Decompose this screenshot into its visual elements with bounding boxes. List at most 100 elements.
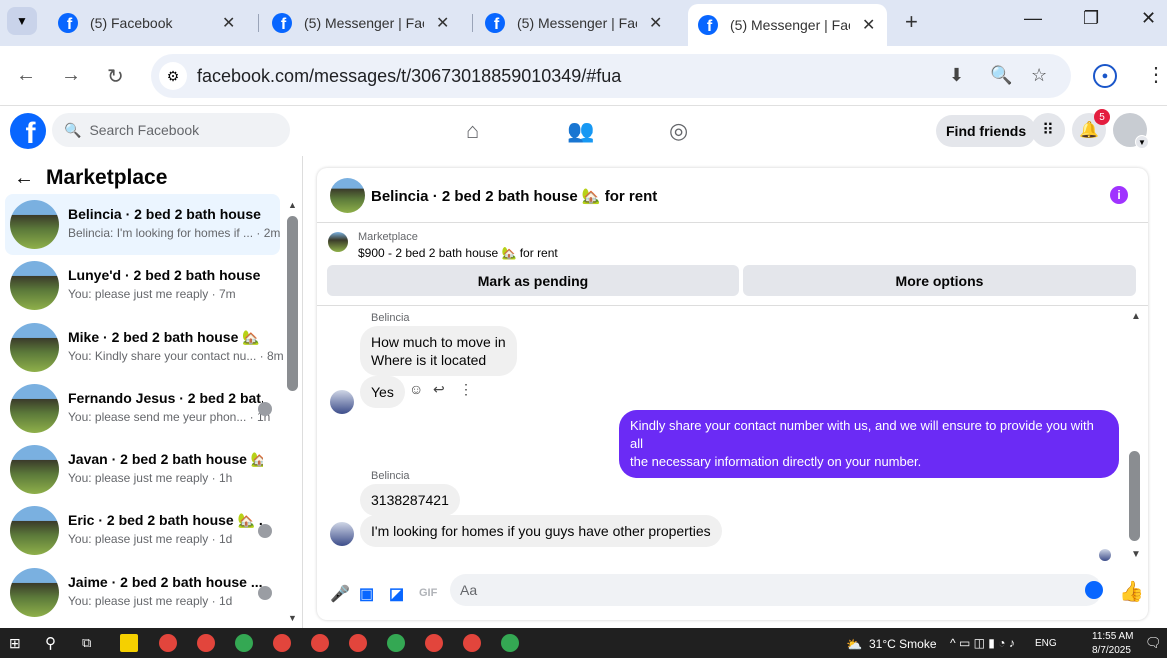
gif-icon[interactable]: GIF <box>419 587 437 599</box>
sticker-icon[interactable]: ◪ <box>389 584 404 604</box>
browser-menu-icon[interactable]: ⋮ <box>1146 62 1166 87</box>
scroll-up-arrow-icon[interactable]: ▲ <box>1131 311 1141 322</box>
clock-time[interactable]: 11:55 AM <box>1092 631 1134 642</box>
groups-icon[interactable]: ◎ <box>669 118 688 144</box>
weather-icon[interactable]: ⛅ <box>846 637 862 653</box>
scroll-up-arrow-icon[interactable]: ▲ <box>288 200 297 210</box>
weather-text[interactable]: 31°C Smoke <box>869 637 937 651</box>
scroll-down-arrow-icon[interactable]: ▼ <box>288 613 297 623</box>
conversation-name: Eric · 2 bed 2 bath house 🏡 ... <box>68 512 263 529</box>
incoming-message[interactable]: I'm looking for homes if you guys have o… <box>360 515 722 547</box>
outgoing-message[interactable]: Kindly share your contact number with us… <box>619 410 1119 478</box>
conversation-snippet: You: please just me reaply · 7m <box>68 287 236 302</box>
site-info-icon[interactable]: ⚙ <box>159 62 187 90</box>
thumbs-up-icon[interactable]: 👍 <box>1119 579 1144 604</box>
friends-icon[interactable]: 👥 <box>567 118 594 144</box>
incoming-message[interactable]: Yes <box>360 376 405 408</box>
close-icon[interactable]: ✕ <box>436 13 449 33</box>
tray-icons[interactable]: ^ ▭ ◫ ▮ ◔ ♪ <box>950 636 1015 650</box>
sender-avatar[interactable] <box>330 390 354 414</box>
chrome-icon[interactable] <box>159 634 177 652</box>
bookmark-star-icon[interactable]: ☆ <box>1031 65 1047 86</box>
notification-center-icon[interactable]: 🗨 <box>1145 635 1162 651</box>
new-tab-button[interactable]: + <box>905 9 918 35</box>
search-facebook-input[interactable]: 🔍 Search Facebook <box>52 113 290 147</box>
sidebar-scrollbar[interactable] <box>287 216 298 391</box>
message-thread: Belincia How much to move in Where is it… <box>317 306 1148 561</box>
reload-icon[interactable]: ↻ <box>107 64 124 89</box>
install-app-icon[interactable]: ⬇ <box>949 65 964 86</box>
conversation-item[interactable]: Eric · 2 bed 2 bath house 🏡 ... You: ple… <box>5 500 280 561</box>
find-friends-button[interactable]: Find friends <box>936 115 1037 147</box>
conversation-item[interactable]: Jaime · 2 bed 2 bath house ... You: plea… <box>5 562 280 623</box>
composer: 🎤 ▣ ◪ GIF Aa 👍 <box>317 568 1148 618</box>
browser-tab-3[interactable]: f (5) Messenger | Facebook ✕ <box>475 4 674 42</box>
react-smiley-icon[interactable]: ☺ <box>409 381 423 397</box>
listing-thumbnail[interactable] <box>328 232 348 252</box>
zoom-icon[interactable]: 🔍 <box>990 65 1012 86</box>
chrome-icon[interactable] <box>463 634 481 652</box>
browser-tab-2[interactable]: f (5) Messenger | Facebook ✕ <box>262 4 461 42</box>
more-actions-icon[interactable]: ⋮ <box>459 381 473 398</box>
chrome-icon[interactable] <box>425 634 443 652</box>
conversation-item[interactable]: Mike · 2 bed 2 bath house 🏡 f... You: Ki… <box>5 317 284 378</box>
microphone-icon[interactable]: 🎤 <box>330 584 350 604</box>
task-view-icon[interactable]: ⧉ <box>82 635 91 651</box>
emoji-icon[interactable] <box>1085 581 1103 599</box>
scroll-down-arrow-icon[interactable]: ▼ <box>1131 549 1141 560</box>
browser-profile-icon[interactable]: ● <box>1093 64 1117 88</box>
chrome-icon[interactable] <box>273 634 291 652</box>
chrome-icon[interactable] <box>311 634 329 652</box>
browser-tab-1[interactable]: f (5) Facebook ✕ <box>48 4 247 42</box>
chrome-icon[interactable] <box>197 634 215 652</box>
restore-icon[interactable]: ❐ <box>1083 8 1099 29</box>
menu-grid-icon[interactable]: ⠿ <box>1031 113 1065 147</box>
facebook-logo-icon[interactable]: f <box>10 113 46 149</box>
language-indicator[interactable]: ENG <box>1035 638 1057 649</box>
listing-title[interactable]: $900 - 2 bed 2 bath house 🏡 for rent <box>358 246 558 260</box>
close-icon[interactable]: ✕ <box>222 13 235 33</box>
message-line: the necessary information directly on yo… <box>630 454 922 469</box>
incoming-message[interactable]: 3138287421 <box>360 484 460 516</box>
incoming-message[interactable]: How much to move in Where is it located <box>360 326 517 376</box>
url-bar[interactable]: ⚙ facebook.com/messages/t/30673018859010… <box>151 54 1071 98</box>
window-close-icon[interactable]: ✕ <box>1141 8 1156 29</box>
close-icon[interactable]: ✕ <box>649 13 662 33</box>
account-avatar[interactable]: ▼ <box>1113 113 1149 149</box>
listing-thumbnail <box>10 506 59 556</box>
listing-avatar[interactable] <box>330 178 365 213</box>
sender-avatar[interactable] <box>330 522 354 546</box>
browser-tab-4-active[interactable]: f (5) Messenger | Facebook ✕ <box>688 4 888 46</box>
conversation-item[interactable]: Lunye'd · 2 bed 2 bath house ... You: pl… <box>5 255 280 316</box>
conversation-name: Fernando Jesus · 2 bed 2 bat... <box>68 389 263 406</box>
info-icon[interactable]: i <box>1110 186 1128 204</box>
home-icon[interactable]: ⌂ <box>466 118 479 144</box>
search-icon[interactable]: ⚲ <box>45 634 56 652</box>
forward-arrow-icon[interactable]: → <box>61 64 81 87</box>
chat-title[interactable]: Belincia · 2 bed 2 bath house 🏡 for rent <box>371 187 657 205</box>
marketplace-listing-banner: Marketplace $900 - 2 bed 2 bath house 🏡 … <box>317 224 1148 306</box>
message-input[interactable]: Aa <box>450 574 1102 606</box>
back-arrow-icon[interactable]: ← <box>16 64 36 87</box>
conversation-item[interactable]: Fernando Jesus · 2 bed 2 bat... You: ple… <box>5 378 280 439</box>
thread-scrollbar[interactable] <box>1129 451 1140 541</box>
pinned-app-icon[interactable] <box>120 634 138 652</box>
conversation-item[interactable]: Belincia · 2 bed 2 bath house ... Belinc… <box>5 194 280 256</box>
minimize-icon[interactable]: — <box>1024 8 1042 29</box>
chrome-icon[interactable] <box>501 634 519 652</box>
chat-area: Belincia · 2 bed 2 bath house 🏡 for rent… <box>303 156 1167 628</box>
url-text[interactable]: facebook.com/messages/t/3067301885901034… <box>197 66 621 87</box>
reply-icon[interactable]: ↩ <box>433 381 445 398</box>
tab-list-dropdown[interactable]: ▼ <box>7 7 37 35</box>
back-arrow-icon[interactable]: ← <box>14 167 34 190</box>
chrome-icon[interactable] <box>235 634 253 652</box>
conversation-item[interactable]: Javan · 2 bed 2 bath house 🏡 f... You: p… <box>5 439 280 500</box>
clock-date[interactable]: 8/7/2025 <box>1092 645 1131 656</box>
chrome-icon[interactable] <box>349 634 367 652</box>
chrome-icon[interactable] <box>387 634 405 652</box>
mark-as-pending-button[interactable]: Mark as pending <box>327 265 739 296</box>
windows-start-icon[interactable]: ⊞ <box>9 635 21 652</box>
close-icon[interactable]: ✕ <box>862 15 875 35</box>
photo-icon[interactable]: ▣ <box>359 584 374 604</box>
more-options-button[interactable]: More options <box>743 265 1136 296</box>
